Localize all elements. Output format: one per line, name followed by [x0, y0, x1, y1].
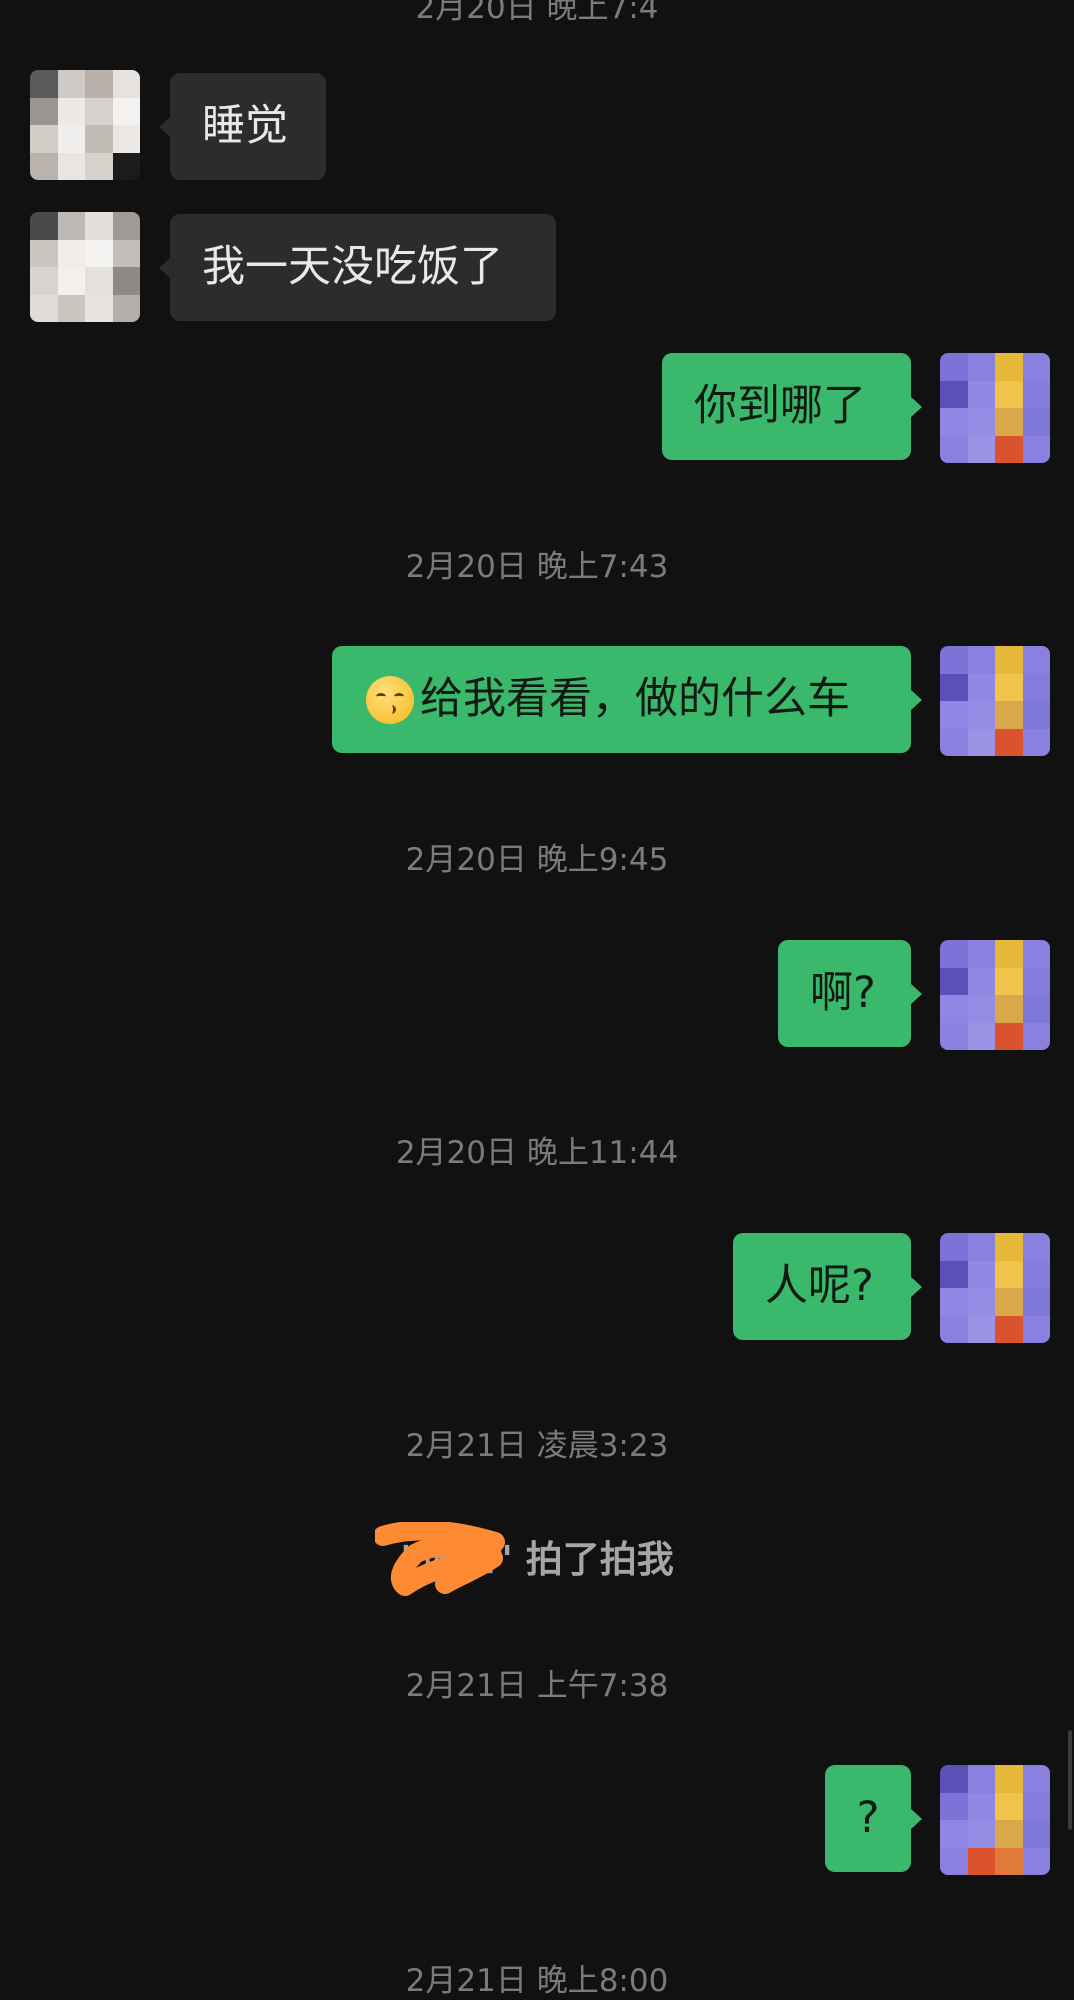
message-text: 给我看看，做的什么车 [420, 674, 850, 724]
message-bubble-sent[interactable]: 啊? [778, 940, 922, 1047]
message-bubble-received[interactable]: 睡觉 [159, 73, 326, 180]
bubble-tail [910, 688, 922, 711]
timestamp: 2月20日 晚上7:43 [405, 549, 669, 585]
message-bubble-sent[interactable]: 给我看看，做的什么车 [332, 646, 922, 753]
timestamp: 2月21日 上午7:38 [405, 1668, 669, 1704]
message-text: 人呢? [765, 1261, 874, 1311]
contact-avatar[interactable] [30, 70, 140, 180]
message-text: 啊? [810, 968, 876, 1018]
bubble-tail [159, 256, 171, 279]
kissing-face-icon [366, 675, 414, 724]
my-avatar[interactable] [940, 940, 1050, 1050]
scrollbar[interactable] [1068, 1730, 1072, 1830]
my-avatar[interactable] [940, 646, 1050, 756]
bubble-tail [910, 395, 922, 418]
message-bubble-sent[interactable]: 你到哪了 [662, 353, 922, 460]
timestamp: 2月20日 晚上11:44 [395, 1135, 679, 1171]
message-text: ? [856, 1793, 880, 1843]
redaction-scribble [375, 1522, 505, 1596]
message-text: 我一天没吃饭了 [202, 242, 503, 292]
message-text: 睡觉 [202, 101, 288, 151]
message-text: 你到哪了 [694, 381, 866, 431]
timestamp: 2月21日 凌晨3:23 [405, 1428, 669, 1464]
message-bubble-received[interactable]: 我一天没吃饭了 [159, 214, 556, 321]
pat-text: 拍了拍我 [525, 1538, 674, 1581]
bubble-tail [910, 982, 922, 1005]
my-avatar[interactable] [940, 1233, 1050, 1343]
contact-avatar[interactable] [30, 212, 140, 322]
timestamp: 2月21日 晚上8:00 [405, 1963, 669, 1999]
my-avatar[interactable] [940, 1765, 1050, 1875]
pat-notice: "谁谁" 拍了拍我 [0, 1529, 1074, 1583]
message-bubble-sent[interactable]: ? [825, 1765, 922, 1872]
my-avatar[interactable] [940, 353, 1050, 463]
timestamp: 2月20日 晚上9:45 [405, 842, 669, 878]
bubble-tail [159, 115, 171, 138]
bubble-tail [910, 1807, 922, 1830]
message-bubble-sent[interactable]: 人呢? [733, 1233, 922, 1340]
timestamp-partial-top: 2月20日 晚上7:4 [415, 0, 659, 26]
bubble-tail [910, 1275, 922, 1298]
